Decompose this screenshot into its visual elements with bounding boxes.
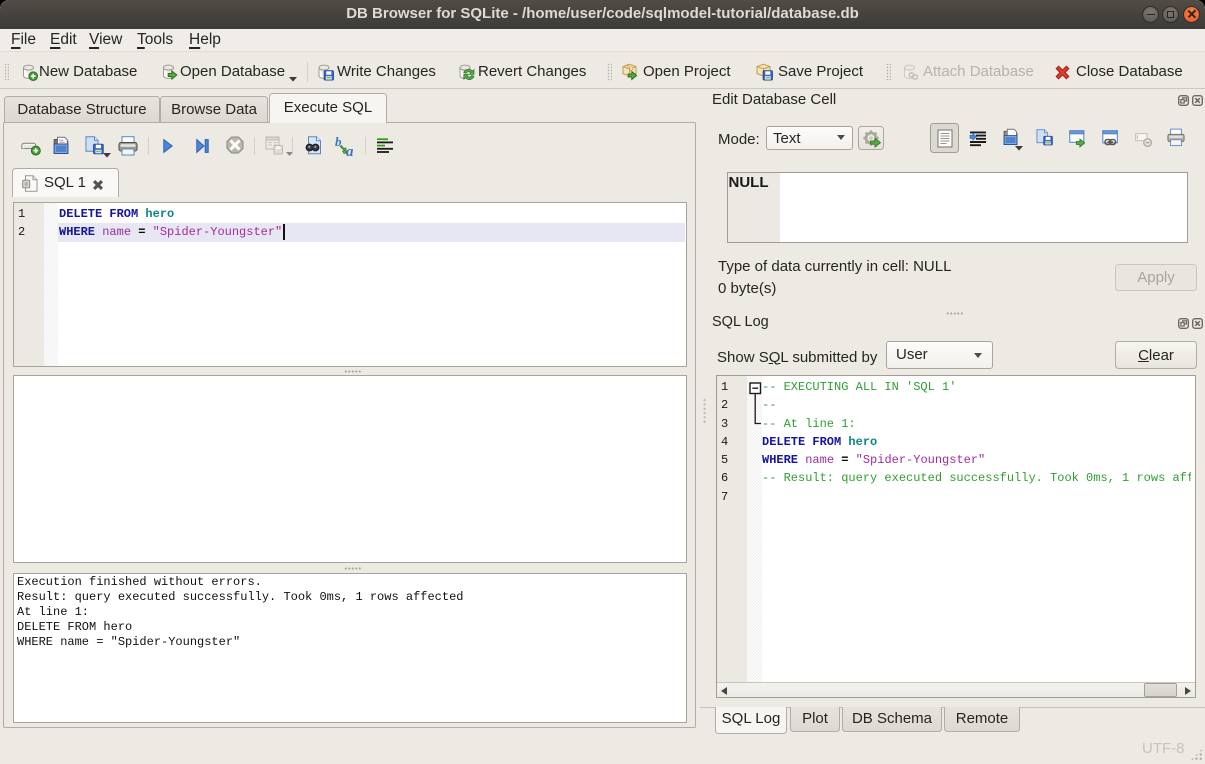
svg-text:a: a xyxy=(346,144,354,160)
